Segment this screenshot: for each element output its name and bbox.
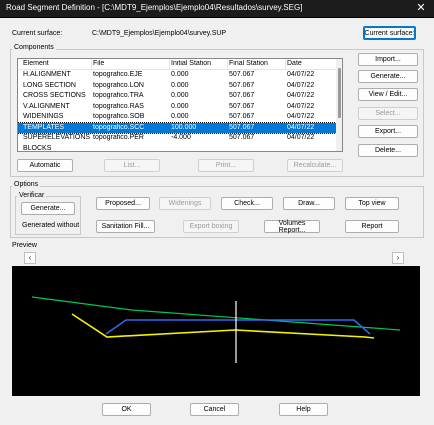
help-button[interactable]: Help: [279, 403, 328, 416]
table-cell: 0.000: [171, 81, 189, 89]
preview-next-button[interactable]: ›: [392, 252, 404, 264]
generated-without-label: Generated without: [22, 222, 80, 229]
sanitation-fill-button[interactable]: Sanitation Fill...: [96, 220, 155, 233]
current-surface-path: C:\MDT9_Ejemplos\Ejemplo04\survey.SUP: [92, 30, 227, 37]
title-bar: Road Segment Definition - [C:\MDT9_Ejemp…: [0, 0, 434, 18]
delete-button[interactable]: Delete...: [358, 144, 418, 157]
chevron-left-icon: ‹: [28, 253, 32, 262]
table-row[interactable]: BLOCKS: [18, 144, 336, 152]
table-cell: 507.067: [229, 113, 255, 120]
terrain-line: [31, 296, 401, 331]
table-cell: -4.000: [171, 134, 191, 141]
table-row[interactable]: H.ALIGNMENT topografico.EJE 0.000 507.067 04…: [18, 70, 336, 81]
header-divider: [227, 59, 228, 69]
table-cell: topografico.RAS: [93, 102, 144, 110]
list-button[interactable]: List...: [104, 159, 160, 172]
widenings-button[interactable]: Widenings: [159, 197, 211, 210]
table-cell: BLOCKS: [23, 144, 52, 152]
table-cell: topografico.LON: [93, 81, 144, 89]
column-header-file[interactable]: File: [93, 60, 169, 67]
table-cell: CROSS SECTIONS: [23, 92, 86, 99]
export-boxing-button[interactable]: Export boxing: [183, 220, 239, 233]
header-divider: [285, 59, 286, 69]
table-row[interactable]: LONG SECTION topografico.LON 0.000 507.067 0…: [18, 81, 336, 92]
table-cell: 04/07/22: [287, 134, 315, 141]
table-cell: 04/07/22: [287, 71, 315, 78]
table-cell: topografico.PER: [93, 134, 144, 141]
table-cell: topografico.TRA: [93, 92, 144, 99]
table-cell: 04/07/22: [287, 102, 315, 110]
table-cell: 0.000: [171, 113, 189, 120]
window-title: Road Segment Definition - [C:\MDT9_Ejemp…: [6, 3, 303, 12]
table-row[interactable]: TEMPLATES topografico.SCC 100.000 507.067 04…: [18, 121, 337, 134]
table-cell: 04/07/22: [287, 123, 315, 131]
table-cell: 04/07/22: [287, 81, 315, 89]
table-row[interactable]: WIDENINGS topografico.SOB 0.000 507.067 04/0…: [18, 112, 336, 123]
close-icon[interactable]: ✕: [414, 1, 428, 15]
table-cell: LONG SECTION: [23, 81, 76, 89]
table-cell: WIDENINGS: [23, 113, 64, 120]
options-group-label: Options: [12, 181, 41, 188]
preview-canvas[interactable]: [12, 266, 420, 396]
current-surface-label: Current surface:: [12, 30, 63, 37]
column-header-date[interactable]: Date: [287, 60, 335, 67]
verificar-generate-button[interactable]: Generate...: [21, 202, 75, 215]
report-button[interactable]: Report: [345, 220, 399, 233]
ok-button[interactable]: OK: [102, 403, 151, 416]
table-cell: 0.000: [171, 71, 189, 78]
column-header-final-station[interactable]: Final Station: [229, 60, 285, 67]
verificar-label: Verificar: [17, 192, 47, 199]
table-row[interactable]: V.ALIGNMENT topografico.RAS 0.000 507.067 04…: [18, 102, 336, 113]
chevron-right-icon: ›: [396, 253, 400, 262]
table-scrollbar[interactable]: [336, 59, 342, 151]
automatic-button[interactable]: Automatic: [17, 159, 73, 172]
table-cell: 0.000: [171, 92, 189, 99]
table-cell: topografico.EJE: [93, 71, 143, 78]
export-button[interactable]: Export...: [358, 125, 418, 138]
subgrade-line: [105, 319, 371, 335]
column-header-element[interactable]: Element: [23, 60, 91, 67]
table-cell: topografico.SCC: [93, 123, 145, 131]
print-button[interactable]: Print...: [198, 159, 254, 172]
table-cell: 04/07/22: [287, 92, 315, 99]
table-cell: 507.067: [229, 71, 255, 78]
table-cell: 507.067: [229, 123, 255, 131]
components-group-label: Components: [12, 44, 56, 51]
table-header: Element File Initial Station Final Stati…: [18, 59, 336, 70]
cancel-button[interactable]: Cancel: [190, 403, 239, 416]
current-surface-button[interactable]: Current surface:: [363, 26, 416, 40]
table-cell: 507.067: [229, 92, 255, 99]
import-button[interactable]: Import...: [358, 53, 418, 66]
header-divider: [169, 59, 170, 69]
preview-label: Preview: [12, 242, 37, 249]
generate-button[interactable]: Generate...: [358, 70, 418, 83]
components-table[interactable]: Element File Initial Station Final Stati…: [17, 58, 343, 152]
table-cell: 04/07/22: [287, 113, 315, 120]
table-cell: 100.000: [171, 123, 197, 131]
recalculate-button[interactable]: Recalculate...: [287, 159, 343, 172]
proposed-button[interactable]: Proposed...: [96, 197, 150, 210]
table-row[interactable]: SUPERELEVATIONS topografico.PER -4.000 507.…: [18, 133, 336, 144]
select-button[interactable]: Select...: [358, 107, 418, 120]
scrollbar-thumb[interactable]: [338, 68, 341, 118]
table-cell: SUPERELEVATIONS: [23, 134, 91, 141]
table-cell: H.ALIGNMENT: [23, 71, 71, 78]
top-view-button[interactable]: Top view: [345, 197, 399, 210]
column-header-initial-station[interactable]: Initial Station: [171, 60, 227, 67]
table-cell: 507.067: [229, 102, 255, 110]
table-cell: 507.067: [229, 134, 255, 141]
table-row[interactable]: CROSS SECTIONS topografico.TRA 0.000 507.06…: [18, 91, 336, 102]
table-cell: V.ALIGNMENT: [23, 102, 70, 110]
table-cell: 507.067: [229, 81, 255, 89]
header-divider: [91, 59, 92, 69]
volumes-report-button[interactable]: Volumes Report...: [264, 220, 320, 234]
cross-section-drawing: [31, 296, 401, 363]
table-cell: topografico.SOB: [93, 113, 145, 120]
table-cell: TEMPLATES: [23, 123, 65, 131]
view-edit-button[interactable]: View / Edit...: [358, 88, 418, 101]
table-cell: 0.000: [171, 102, 189, 110]
preview-previous-button[interactable]: ‹: [24, 252, 36, 264]
draw-button[interactable]: Draw...: [283, 197, 335, 210]
check-button[interactable]: Check...: [221, 197, 273, 210]
